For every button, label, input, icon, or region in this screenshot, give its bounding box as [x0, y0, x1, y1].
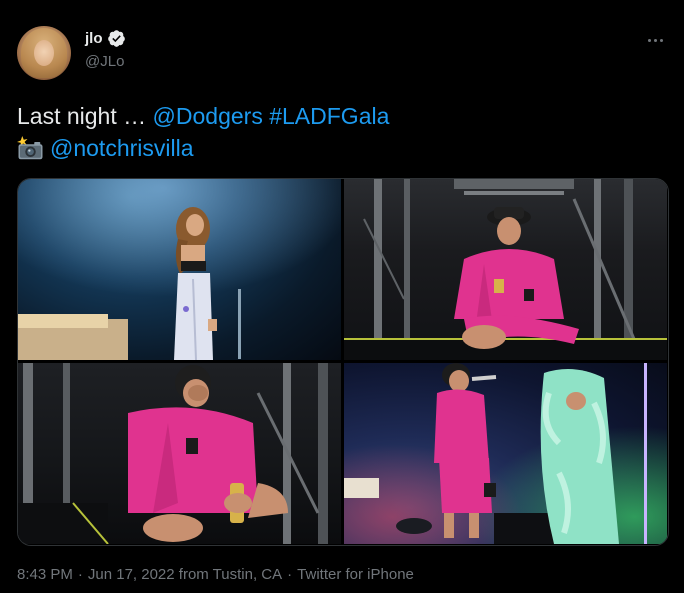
author-name-row[interactable]: jlo [85, 29, 126, 48]
display-name[interactable]: jlo [85, 30, 103, 47]
verified-badge-icon [107, 30, 125, 47]
photo-3-illustration [18, 363, 328, 544]
photo-2-illustration [344, 179, 667, 360]
separator: · [287, 566, 293, 583]
media-grid [17, 178, 669, 546]
mention-notchrisvilla[interactable]: @notchrisvilla [50, 135, 194, 161]
separator: · [77, 566, 83, 583]
photo-1-illustration [18, 179, 341, 360]
hashtag-ladfgala[interactable]: #LADFGala [269, 103, 389, 129]
tweet-metadata: 8:43 PM · Jun 17, 2022 from Tustin, CA ·… [17, 566, 414, 583]
tweet-time[interactable]: 8:43 PM [17, 566, 73, 583]
tweet-date-location[interactable]: Jun 17, 2022 from Tustin, CA [88, 566, 282, 583]
photo-seated-pink-suit[interactable] [344, 179, 667, 360]
photo-performer-stage[interactable] [18, 179, 341, 360]
tweet-client[interactable]: Twitter for iPhone [297, 566, 414, 583]
tweet-line-2: @notchrisvilla [17, 132, 667, 164]
handle[interactable]: @JLo [85, 53, 124, 70]
tweet-line-1: Last night … @Dodgers #LADFGala [17, 100, 667, 132]
photo-seated-laughing[interactable] [18, 363, 341, 544]
photo-4-illustration [344, 363, 667, 544]
tweet-text: Last night … @Dodgers #LADFGala @notchri… [17, 100, 667, 164]
avatar-face [34, 40, 54, 66]
dot-icon [659, 38, 663, 42]
mention-dodgers[interactable]: @Dodgers [153, 103, 263, 129]
dot-icon [653, 38, 657, 42]
dot-icon [647, 38, 651, 42]
photo-singing-on-stage[interactable] [344, 363, 667, 544]
more-options-button[interactable] [640, 30, 670, 50]
camera-flash-icon [17, 136, 43, 160]
avatar[interactable] [17, 26, 71, 80]
tweet-text-prefix: Last night … [17, 103, 153, 129]
